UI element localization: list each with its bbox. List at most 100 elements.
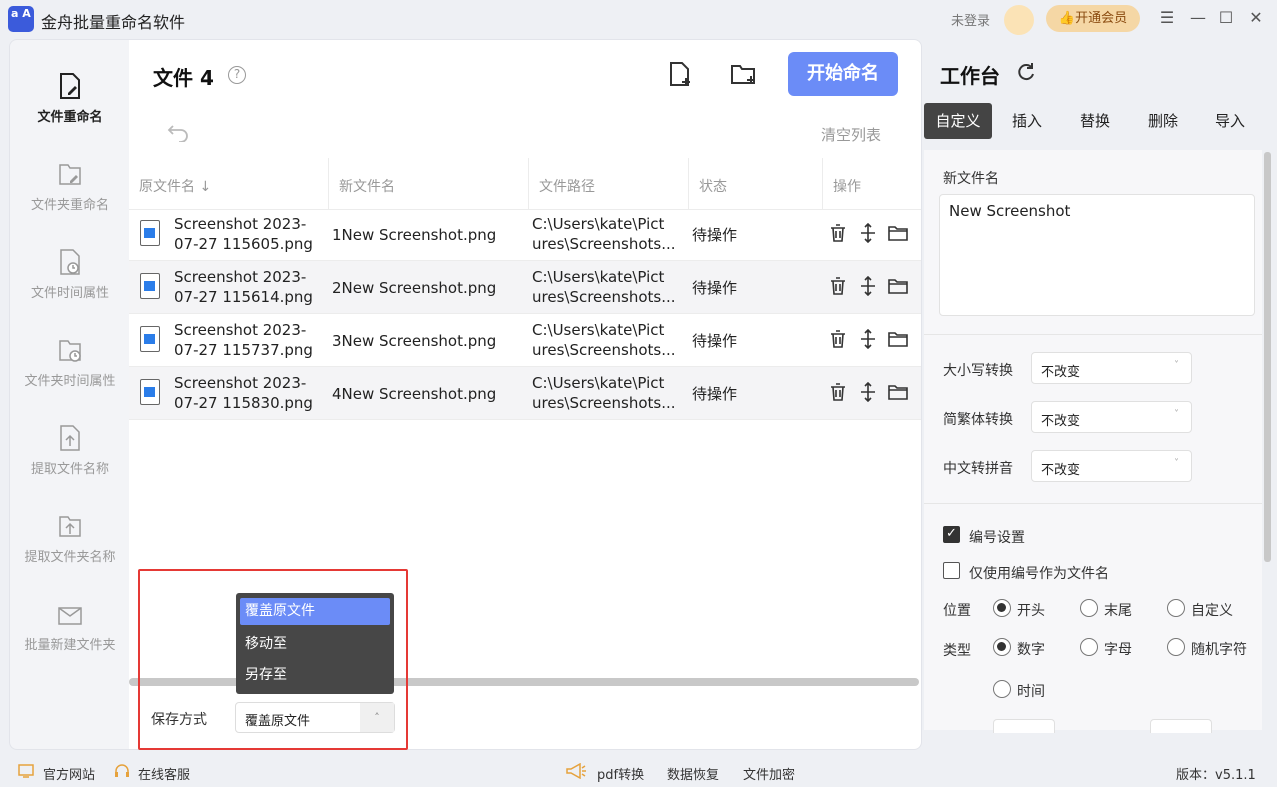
move-icon[interactable] bbox=[858, 276, 878, 296]
start-rename-button[interactable]: 开始命名 bbox=[788, 52, 898, 96]
move-icon[interactable] bbox=[858, 223, 878, 243]
column-new-name: 新文件名 bbox=[339, 179, 395, 195]
minimize-button[interactable]: — bbox=[1188, 8, 1208, 28]
headset-icon bbox=[115, 764, 129, 777]
recover-link[interactable]: 数据恢复 bbox=[667, 764, 719, 783]
only-number-checkbox[interactable] bbox=[943, 562, 960, 579]
radio-number[interactable] bbox=[993, 638, 1011, 656]
website-icon bbox=[18, 764, 34, 778]
new-name: 1New Screenshot.png bbox=[332, 226, 497, 244]
image-file-icon bbox=[140, 273, 160, 299]
tab-replace[interactable]: 替换 bbox=[1062, 103, 1128, 139]
website-link[interactable]: 官方网站 bbox=[43, 764, 95, 783]
image-file-icon bbox=[140, 220, 160, 246]
folder-mail-icon bbox=[58, 607, 82, 625]
pdf-link[interactable]: pdf转换 bbox=[597, 764, 644, 783]
sidebar-item-folder-time[interactable]: 文件夹时间属性 bbox=[10, 336, 130, 389]
trash-icon[interactable] bbox=[828, 276, 848, 296]
move-icon[interactable] bbox=[858, 329, 878, 349]
table-row[interactable]: Screenshot 2023- 07-27 115830.png 4New Sc… bbox=[129, 367, 921, 420]
undo-icon[interactable] bbox=[167, 122, 191, 142]
file-upload-icon bbox=[60, 425, 80, 451]
chevron-down-icon: ˅ bbox=[1174, 458, 1179, 469]
sidebar-item-file-time[interactable]: 文件时间属性 bbox=[10, 248, 130, 301]
encrypt-link[interactable]: 文件加密 bbox=[743, 764, 795, 783]
numbering-checkbox[interactable]: ✓ bbox=[943, 526, 960, 543]
tab-insert[interactable]: 插入 bbox=[994, 103, 1060, 139]
status: 待操作 bbox=[692, 332, 738, 350]
sidebar: 文件重命名 文件夹重命名 文件时间属性 文件夹时间属性 提取文件名称 提取文件夹… bbox=[9, 39, 129, 750]
only-number-label: 仅使用编号作为文件名 bbox=[969, 566, 1109, 582]
service-link[interactable]: 在线客服 bbox=[138, 764, 190, 783]
pinyin-label: 中文转拼音 bbox=[943, 461, 1013, 477]
maximize-button[interactable]: ☐ bbox=[1216, 8, 1236, 28]
add-file-icon[interactable] bbox=[666, 60, 694, 88]
table-row[interactable]: Screenshot 2023- 07-27 115605.png 1New Sc… bbox=[129, 208, 921, 261]
table-row[interactable]: Screenshot 2023- 07-27 115737.png 3New Sc… bbox=[129, 314, 921, 367]
column-original-name[interactable]: 原文件名 ↓ bbox=[139, 176, 211, 196]
folder-clock-icon bbox=[59, 340, 81, 362]
original-name: Screenshot 2023- 07-27 115830.png bbox=[174, 374, 313, 412]
radio-letter[interactable] bbox=[1080, 638, 1098, 656]
radio-custom[interactable] bbox=[1167, 599, 1185, 617]
radio-start[interactable] bbox=[993, 599, 1011, 617]
image-file-icon bbox=[140, 379, 160, 405]
radio-end[interactable] bbox=[1080, 599, 1098, 617]
tab-import[interactable]: 导入 bbox=[1198, 103, 1262, 139]
table-header: 原文件名 ↓ 新文件名 文件路径 状态 操作 bbox=[129, 158, 921, 210]
sidebar-item-extract-folder[interactable]: 提取文件夹名称 bbox=[10, 512, 130, 565]
sidebar-item-batch-folder[interactable]: 批量新建文件夹 bbox=[10, 600, 130, 653]
pinyin-select[interactable]: 不改变 ˅ bbox=[1031, 450, 1192, 482]
version-text: 版本：v5.1.1 bbox=[1176, 768, 1256, 783]
position-label: 位置 bbox=[943, 603, 971, 619]
new-name: 4New Screenshot.png bbox=[332, 385, 497, 403]
sidebar-item-file-rename[interactable]: 文件重命名 bbox=[10, 72, 130, 125]
column-status: 状态 bbox=[699, 179, 727, 195]
type-label: 类型 bbox=[943, 643, 971, 659]
vertical-scrollbar[interactable] bbox=[1264, 152, 1271, 562]
image-file-icon bbox=[140, 326, 160, 352]
chevron-down-icon: ˅ bbox=[1174, 409, 1179, 420]
sidebar-item-folder-rename[interactable]: 文件夹重命名 bbox=[10, 160, 130, 213]
new-name-input[interactable]: New Screenshot bbox=[939, 194, 1255, 316]
tab-delete[interactable]: 删除 bbox=[1130, 103, 1196, 139]
radio-random[interactable] bbox=[1167, 638, 1185, 656]
new-name-label: 新文件名 bbox=[943, 171, 999, 187]
start-number-input[interactable] bbox=[993, 719, 1055, 733]
status: 待操作 bbox=[692, 226, 738, 244]
help-icon[interactable]: ? bbox=[228, 66, 246, 84]
title-bar: a A 金舟批量重命名软件 未登录 👍开通会员 ☰ — ☐ ✕ bbox=[0, 0, 1277, 38]
sidebar-item-extract-file[interactable]: 提取文件名称 bbox=[10, 424, 130, 477]
traditional-select[interactable]: 不改变 ˅ bbox=[1031, 401, 1192, 433]
open-folder-icon[interactable] bbox=[888, 223, 908, 243]
file-edit-icon bbox=[60, 73, 80, 99]
avatar[interactable] bbox=[1004, 5, 1034, 35]
original-name: Screenshot 2023- 07-27 115605.png bbox=[174, 215, 313, 253]
new-name: 3New Screenshot.png bbox=[332, 332, 497, 350]
open-folder-icon[interactable] bbox=[888, 382, 908, 402]
move-icon[interactable] bbox=[858, 382, 878, 402]
trash-icon[interactable] bbox=[828, 223, 848, 243]
radio-time[interactable] bbox=[993, 680, 1011, 698]
page-title: 文件 4 bbox=[153, 66, 214, 90]
tab-custom[interactable]: 自定义 bbox=[924, 103, 992, 139]
menu-icon[interactable]: ☰ bbox=[1157, 8, 1177, 28]
step-number-input[interactable] bbox=[1150, 719, 1212, 733]
case-select[interactable]: 不改变 ˅ bbox=[1031, 352, 1192, 384]
open-folder-icon[interactable] bbox=[888, 276, 908, 296]
table-row[interactable]: Screenshot 2023- 07-27 115614.png 2New Sc… bbox=[129, 261, 921, 314]
clear-list-button[interactable]: 清空列表 bbox=[821, 124, 881, 145]
trash-icon[interactable] bbox=[828, 329, 848, 349]
close-button[interactable]: ✕ bbox=[1246, 8, 1266, 28]
vip-button[interactable]: 👍开通会员 bbox=[1046, 5, 1140, 32]
add-folder-icon[interactable] bbox=[729, 60, 757, 88]
login-link[interactable]: 未登录 bbox=[951, 10, 990, 29]
refresh-icon[interactable] bbox=[1016, 62, 1036, 82]
trash-icon[interactable] bbox=[828, 382, 848, 402]
open-folder-icon[interactable] bbox=[888, 329, 908, 349]
numbering-label: 编号设置 bbox=[969, 530, 1025, 546]
file-path: C:\Users\kate\Pict ures\Screenshots... bbox=[532, 215, 674, 253]
app-logo: a A bbox=[8, 6, 34, 32]
column-actions: 操作 bbox=[833, 179, 861, 195]
original-name: Screenshot 2023- 07-27 115737.png bbox=[174, 321, 313, 359]
